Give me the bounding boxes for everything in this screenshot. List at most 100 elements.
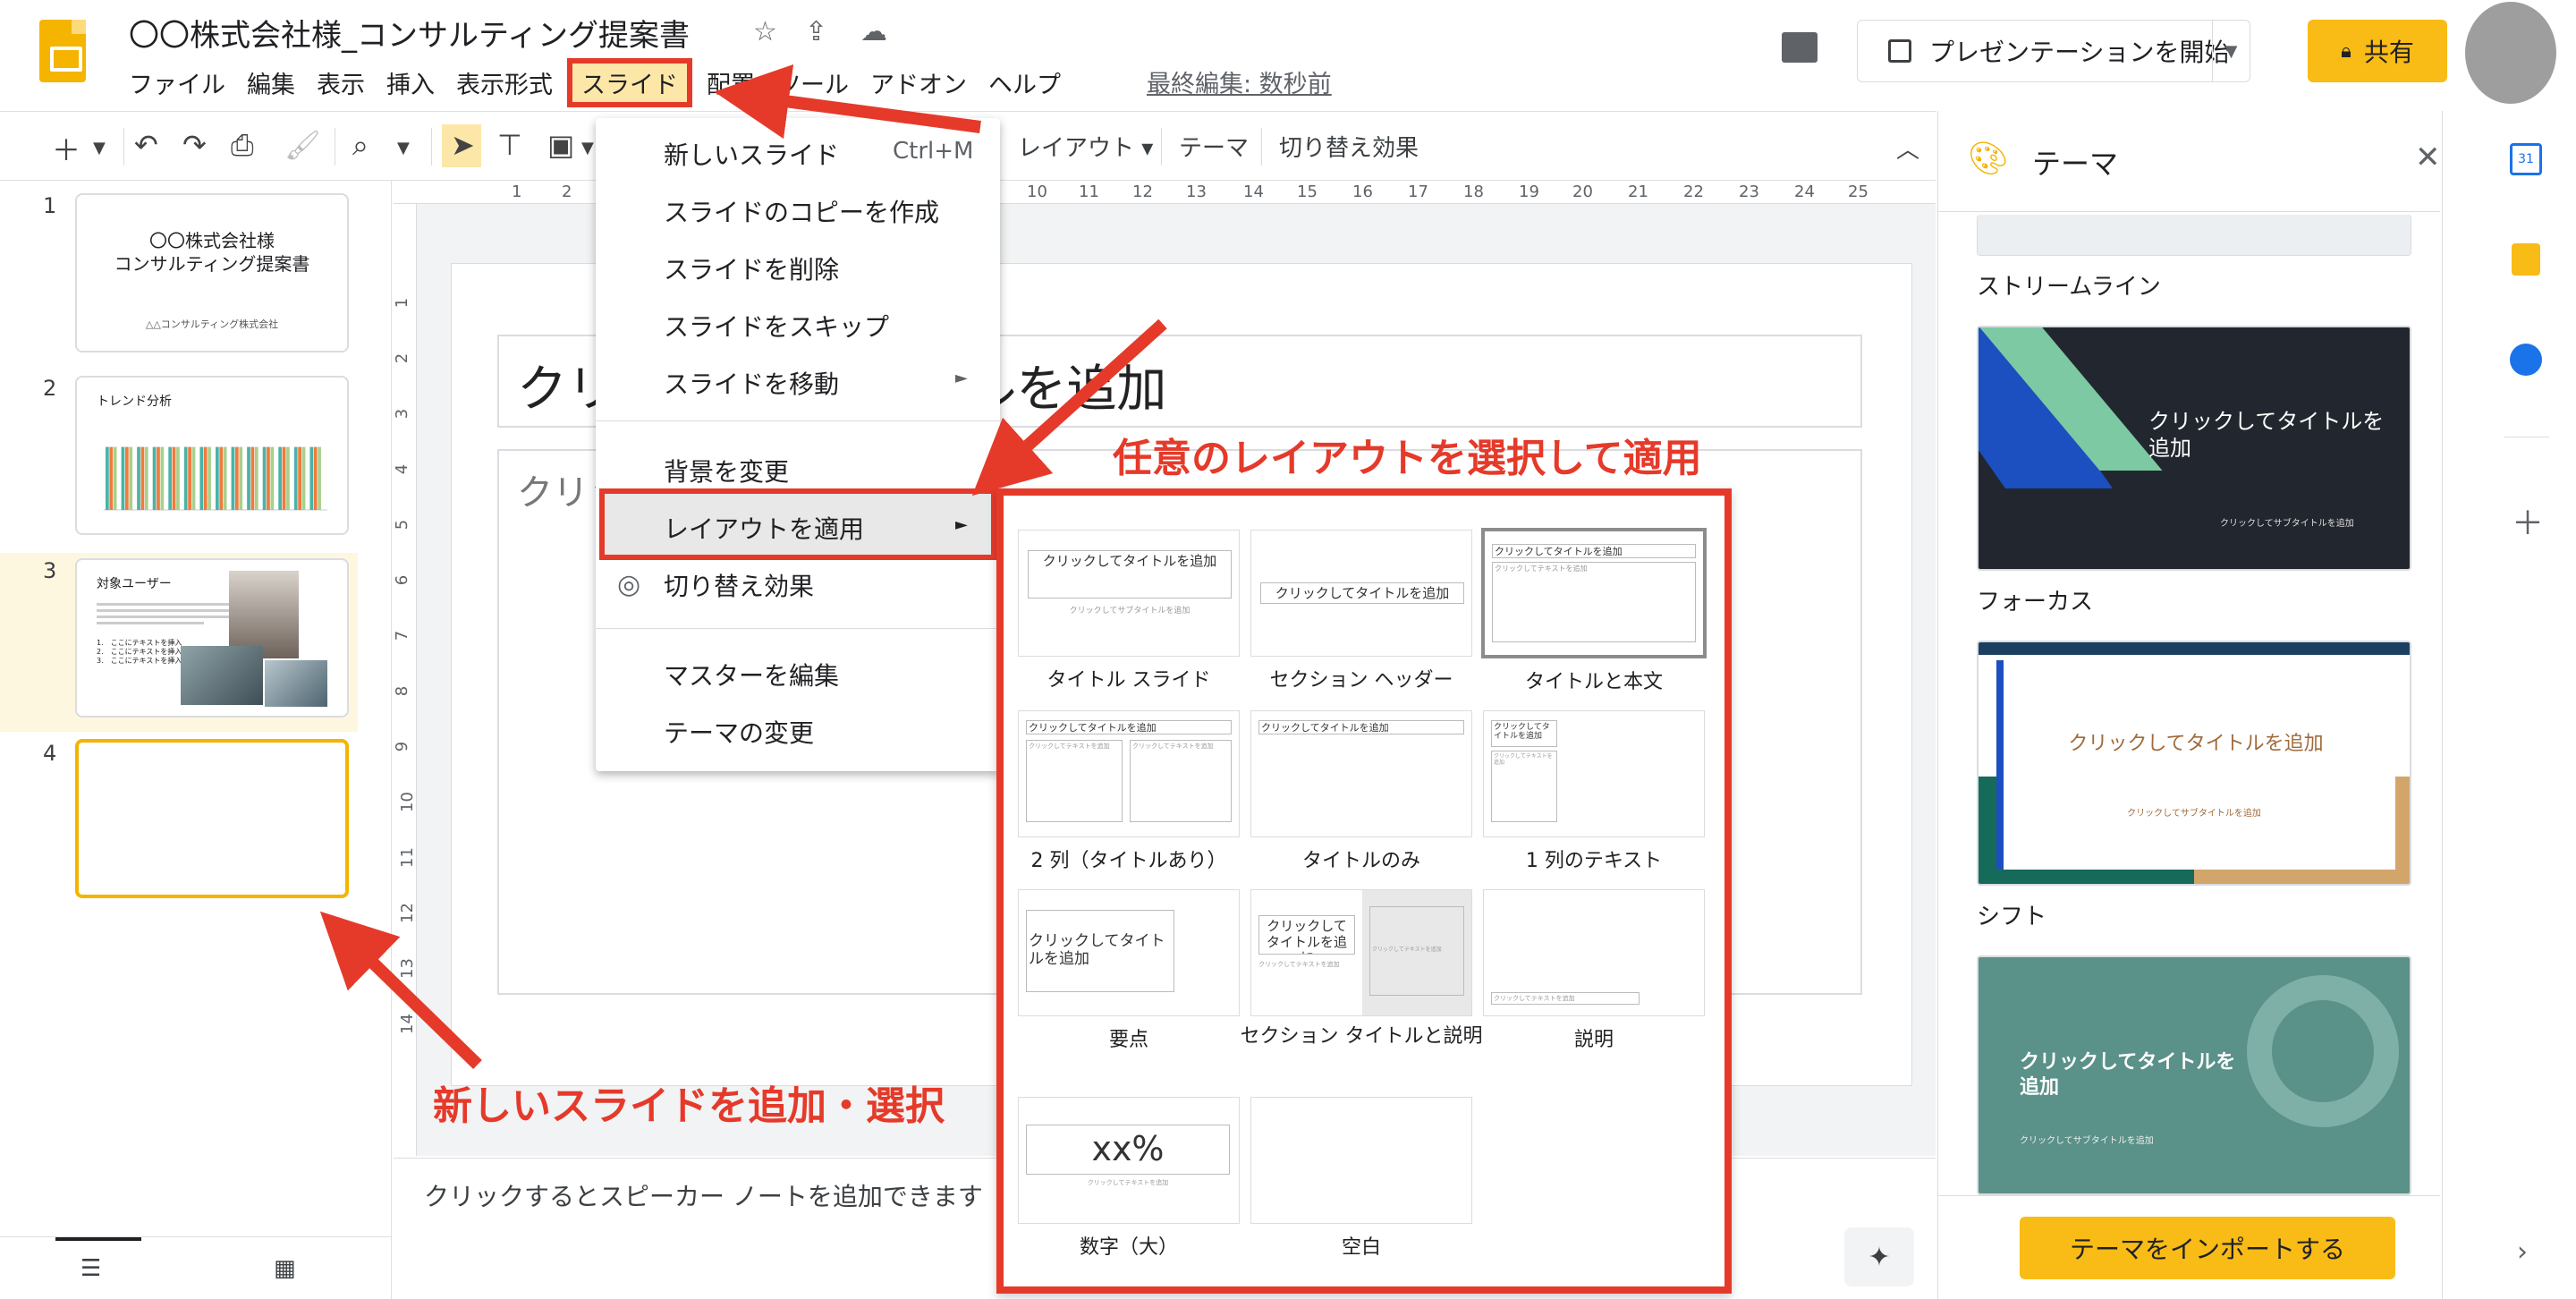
chart-bar [208,446,211,510]
menu-view[interactable]: 表示 [306,60,376,106]
import-theme-button[interactable]: テーマをインポートする [2020,1217,2395,1279]
layout-label: 空白 [1341,1236,1381,1259]
vertical-ruler[interactable]: 1 2 3 4 5 6 7 8 9 10 11 12 13 14 [393,204,417,1156]
menu-item-delete-slide[interactable]: スライドを削除 [664,250,839,286]
menu-insert[interactable]: 挿入 [376,60,445,106]
theme-card-focus[interactable]: クリックしてタイトルを追加 クリックしてサブタイトルを追加 [1977,326,2411,571]
layout-big-number[interactable]: xx% クリックしてテキストを追加 [1018,1097,1240,1224]
theme-card-streamline[interactable] [1977,215,2411,256]
layout-button[interactable]: レイアウト ▾ [1018,130,1153,163]
theme-card-teal[interactable]: クリックしてタイトルを追加 クリックしてサブタイトルを追加 [1977,955,2411,1195]
ruler-number: 8 [393,685,412,697]
last-edit-link[interactable]: 最終編集: 数秒前 [1147,64,1332,99]
layout-blank[interactable] [1250,1097,1472,1224]
collapse-toolbar-icon[interactable]: ︿ [1896,132,1919,165]
layout-one-column-text[interactable]: クリックしてタイトルを追加 クリックしてテキストを追加 [1483,710,1705,837]
paint-format-icon[interactable]: 🖌︎ [284,128,321,162]
menu-item-new-slide[interactable]: 新しいスライド [664,136,839,172]
image-icon[interactable]: ▣ [547,128,574,162]
submenu-arrow-icon: ► [955,369,968,387]
filmstrip-view-controls: ☰ ▦ [0,1236,392,1299]
layout-title-and-body[interactable]: クリックしてタイトルを追加 クリックしてテキストを追加 [1481,528,1707,658]
close-icon[interactable]: ✕ [2415,140,2441,175]
transition-button[interactable]: 切り替え効果 [1279,130,1419,163]
document-title[interactable]: 〇〇株式会社様_コンサルティング提案書 [129,11,690,55]
menu-format[interactable]: 表示形式 [445,60,564,106]
calendar-icon[interactable]: 31 [2510,143,2542,175]
chart-bar [172,446,176,510]
tasks-icon[interactable] [2510,344,2542,376]
speaker-notes-placeholder[interactable]: クリックするとスピーカー ノートを追加できます [424,1177,983,1213]
select-tool-icon[interactable]: ➤ [451,128,475,162]
slide-thumbnail-4[interactable] [75,739,349,898]
present-icon [1888,39,1911,63]
new-slide-dropdown-icon[interactable]: ▼ [93,139,106,157]
layout-label: タイトルのみ [1301,850,1420,872]
layout-section-title-description[interactable]: クリックしてテキストを追加 クリックしてタイトルを追加 クリックしてテキストを追… [1250,889,1472,1016]
layout-two-columns[interactable]: クリックしてタイトルを追加 クリックしてテキストを追加 クリックしてテキストを追… [1018,710,1240,837]
slides-logo-icon[interactable] [39,20,86,82]
chart-bar [144,446,148,510]
present-button[interactable]: プレゼンテーションを開始 ▼ [1857,20,2250,82]
ruler-number: 18 [1463,183,1484,201]
undo-icon[interactable]: ↶ [134,128,158,162]
ruler-number: 10 [1027,183,1047,201]
print-icon[interactable]: ⎙ [231,128,254,163]
theme-card-shift[interactable]: クリックしてタイトルを追加 クリックしてサブタイトルを追加 [1977,641,2411,886]
menu-slide[interactable]: スライド [567,57,692,107]
menu-item-skip-slide[interactable]: スライドをスキップ [664,308,889,344]
menu-item-change-background[interactable]: 背景を変更 [664,453,789,488]
menu-arrange[interactable]: 配置 [696,60,766,106]
chart-bar [124,446,129,510]
text-box-icon[interactable]: ⊤ [497,128,522,162]
menu-item-transition[interactable]: 切り替え効果 [664,567,814,603]
transition-icon: ◎ [617,569,641,600]
keep-icon[interactable] [2512,243,2540,276]
explore-button[interactable]: ✦ [1844,1227,1914,1286]
chart-bar [106,446,109,510]
share-button[interactable]: 🔒︎ 共有 [2308,20,2447,82]
thumb-photo-group [181,646,263,705]
chart-bar [231,446,235,510]
slide-thumbnail-1[interactable]: 〇〇株式会社様 コンサルティング提案書 △△コンサルティング株式会社 [75,193,349,352]
avatar[interactable] [2465,2,2556,104]
menu-file[interactable]: ファイル [118,60,236,106]
theme-preview-title: クリックしてタイトルを追加 [2148,409,2385,461]
menu-edit[interactable]: 編集 [236,60,306,106]
layout-caption[interactable]: クリックしてテキストを追加 [1483,889,1705,1016]
comments-icon[interactable] [1782,32,1818,63]
move-folder-icon[interactable]: ⇪ [805,16,827,47]
new-slide-icon[interactable]: ＋ [52,128,80,169]
menu-item-apply-layout[interactable]: レイアウトを適用 [664,510,864,546]
menu-item-edit-master[interactable]: マスターを編集 [664,657,839,692]
theme-button[interactable]: テーマ [1179,130,1249,163]
layout-title-slide[interactable]: クリックしてタイトルを追加 クリックしてサブタイトルを追加 [1018,530,1240,657]
menu-item-change-theme[interactable]: テーマの変更 [664,714,814,750]
menu-tools[interactable]: ツール [766,60,860,106]
list-view-icon[interactable]: ☰ [80,1255,101,1282]
menu-item-move-slide[interactable]: スライドを移動 [664,365,839,401]
layout-label: 1 列のテキスト [1525,850,1663,872]
show-side-panel-icon[interactable]: › [2517,1236,2528,1268]
add-addon-icon[interactable]: ＋ [2512,497,2544,544]
menu-item-duplicate-slide[interactable]: スライドのコピーを作成 [664,193,939,229]
menu-addons[interactable]: アドオン [860,60,978,106]
layout-section-header[interactable]: クリックしてタイトルを追加 [1250,530,1472,657]
slide-thumbnail-3[interactable]: 対象ユーザー 1. ここにテキストを挿入 2. ここにテキストを挿入 3. ここにテ… [75,558,349,717]
layout-main-point[interactable]: クリックしてタイトルを追加 [1018,889,1240,1016]
zoom-icon[interactable]: ⌕ [352,128,369,163]
explore-icon: ✦ [1868,1241,1891,1273]
image-dropdown-icon[interactable]: ▼ [581,139,594,157]
chart-bar [239,446,243,510]
grid-view-icon[interactable]: ▦ [274,1255,296,1282]
slide-thumbnail-2[interactable]: トレンド分析 [75,376,349,535]
present-dropdown-icon[interactable]: ▼ [2212,21,2250,81]
menu-help[interactable]: ヘルプ [978,60,1072,106]
redo-icon[interactable]: ↷ [182,128,207,162]
star-icon[interactable]: ☆ [753,16,777,47]
ruler-number: 9 [393,741,412,752]
layout-title-only[interactable]: クリックしてタイトルを追加 [1250,710,1472,837]
zoom-dropdown-icon[interactable]: ▼ [397,139,410,157]
theme-preview-subtitle: クリックしてサブタイトルを追加 [2220,519,2354,529]
chart-bar [216,446,219,510]
